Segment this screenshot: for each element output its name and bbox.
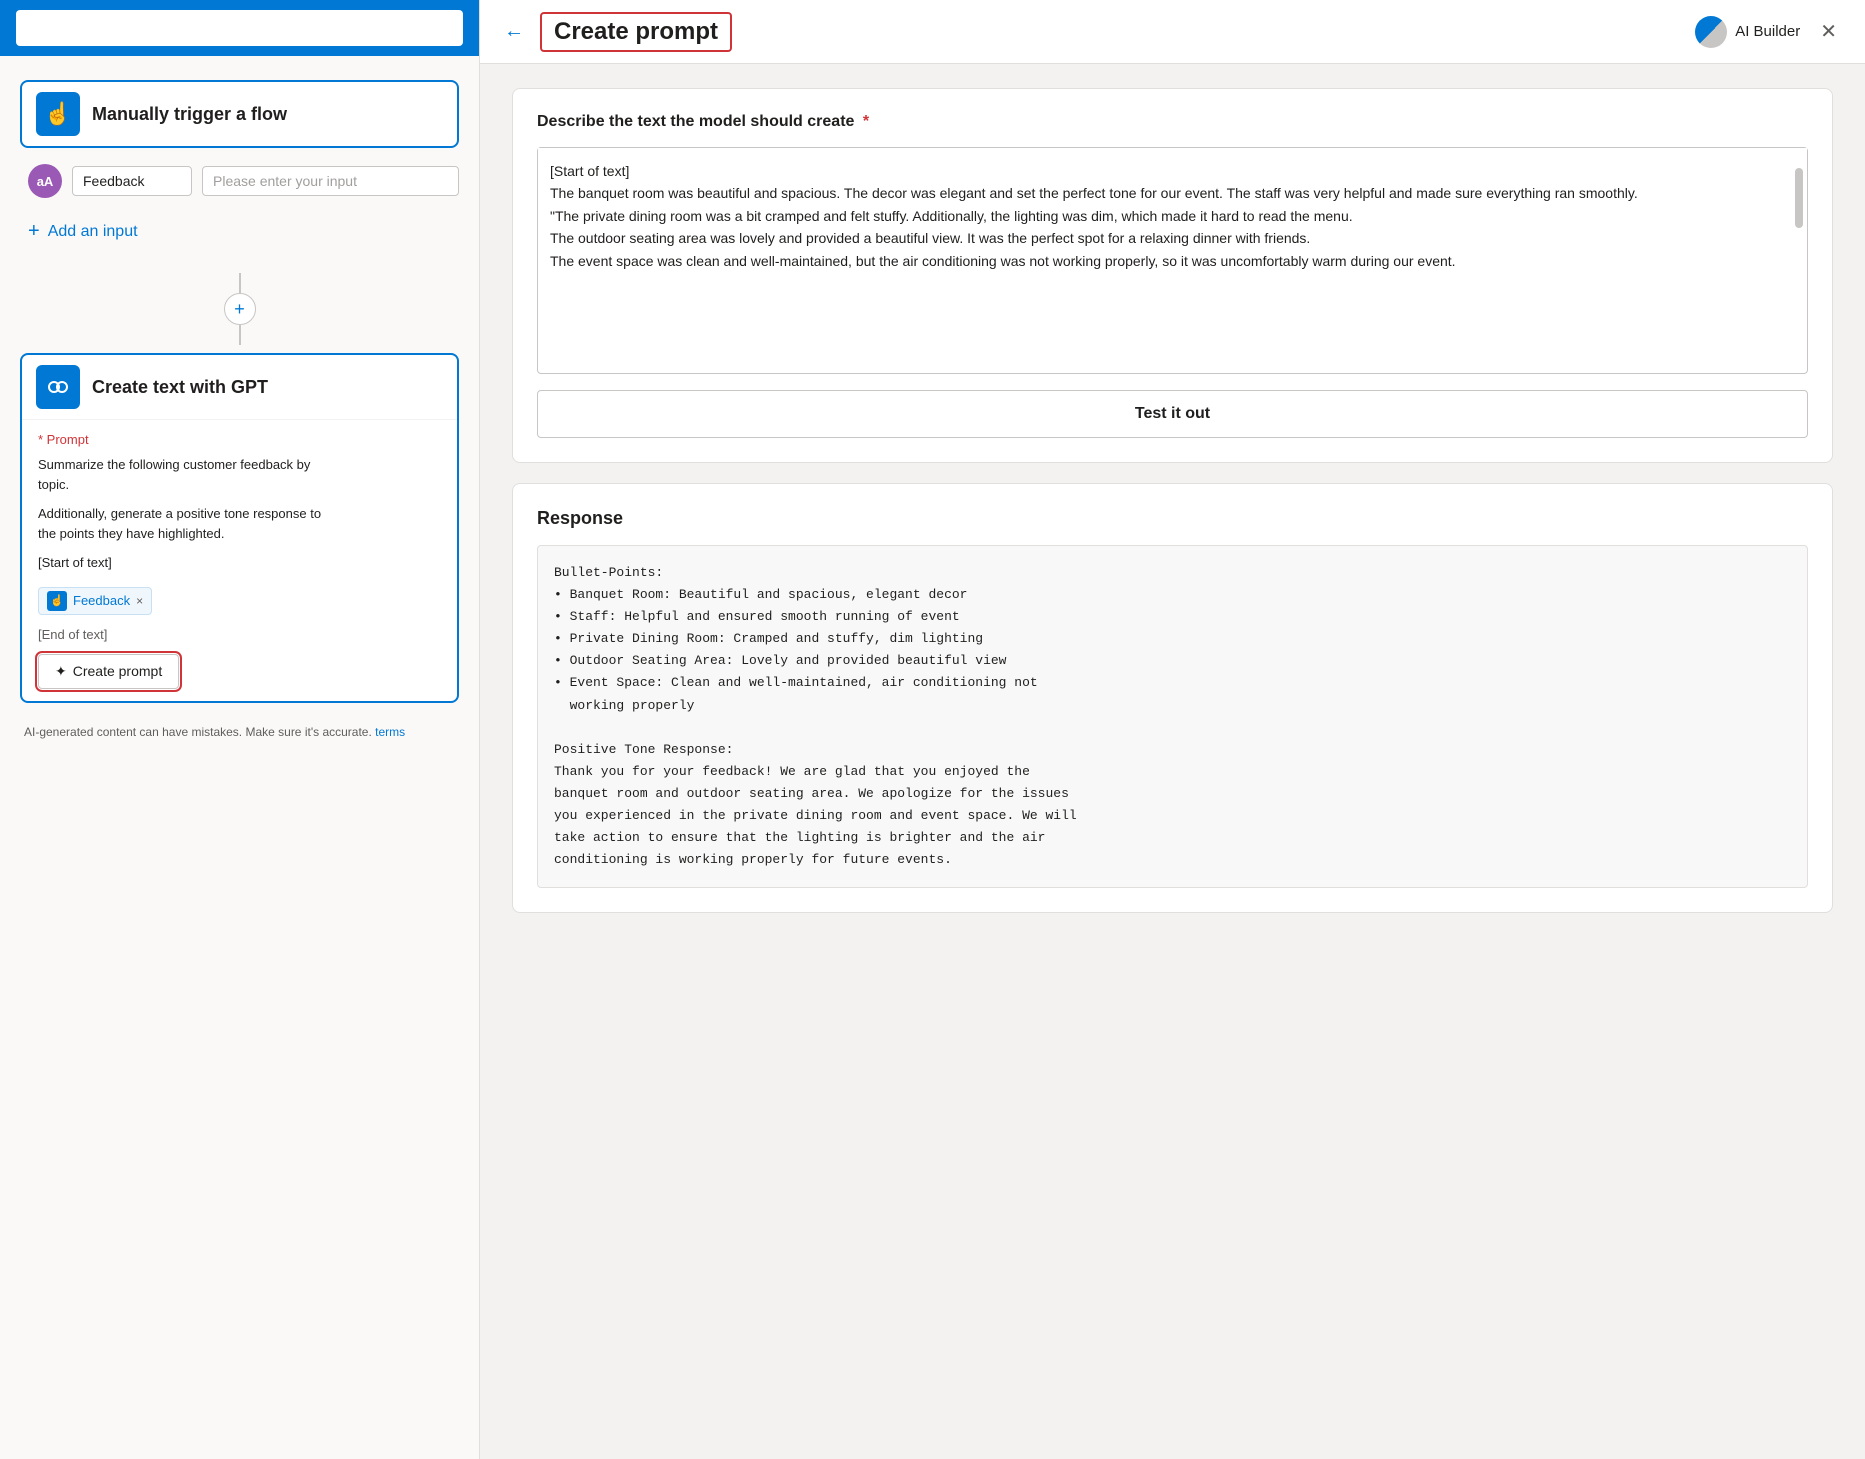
gpt-body: * Prompt Summarize the following custome…	[22, 420, 457, 701]
textarea-wrap: [Start of text] The banquet room was bea…	[537, 147, 1808, 374]
add-input-plus-icon: +	[28, 220, 40, 243]
prompt-text-1: Summarize the following customer feedbac…	[38, 455, 441, 494]
connector-line-2	[239, 325, 241, 345]
gpt-header: Create text with GPT	[22, 355, 457, 420]
right-header: ← Create prompt AI Builder ✕	[480, 0, 1865, 64]
create-prompt-label: Create prompt	[73, 663, 162, 679]
page-title: Create prompt	[554, 18, 718, 45]
ai-builder-badge: AI Builder	[1695, 16, 1800, 48]
test-it-out-button[interactable]: Test it out	[537, 390, 1808, 438]
add-input-row[interactable]: + Add an input	[20, 210, 459, 253]
prompt-start-text: [Start of text]	[38, 553, 441, 573]
back-button[interactable]: ←	[504, 20, 524, 43]
prompt-label: * Prompt	[38, 432, 441, 447]
left-panel: ☝ Manually trigger a flow aA Feedback Pl…	[0, 0, 480, 1459]
feedback-tag-label: Feedback	[73, 593, 130, 608]
required-star: *	[858, 113, 869, 130]
feedback-tag-close-icon[interactable]: ×	[136, 594, 143, 608]
input-placeholder[interactable]: Please enter your input	[202, 166, 459, 196]
response-box: Bullet-Points: • Banquet Room: Beautiful…	[537, 545, 1808, 888]
input-row: aA Feedback Please enter your input	[20, 164, 459, 198]
scrollbar-handle[interactable]	[1795, 168, 1803, 228]
left-top-bar	[0, 0, 479, 56]
left-content: ☝ Manually trigger a flow aA Feedback Pl…	[0, 56, 479, 1459]
add-step-button[interactable]: +	[224, 293, 256, 325]
feedback-input[interactable]: Feedback	[72, 166, 192, 196]
prompt-textarea[interactable]: [Start of text] The banquet room was bea…	[538, 148, 1807, 368]
prompt-end-text: [End of text]	[38, 627, 441, 642]
connector: +	[20, 273, 459, 345]
close-button[interactable]: ✕	[1816, 15, 1841, 48]
avatar: aA	[28, 164, 62, 198]
right-content: Describe the text the model should creat…	[480, 64, 1865, 1459]
ai-builder-icon	[1695, 16, 1727, 48]
trigger-icon: ☝	[36, 92, 80, 136]
describe-title: Describe the text the model should creat…	[537, 113, 1808, 131]
gpt-label: Create text with GPT	[92, 377, 268, 398]
add-input-label: Add an input	[48, 223, 138, 241]
gpt-block[interactable]: Create text with GPT * Prompt Summarize …	[20, 353, 459, 703]
title-box: Create prompt	[540, 12, 732, 52]
gpt-icon	[36, 365, 80, 409]
connector-line	[239, 273, 241, 293]
disclaimer: AI-generated content can have mistakes. …	[20, 723, 459, 741]
right-panel: ← Create prompt AI Builder ✕ Describe th…	[480, 0, 1865, 1459]
feedback-tag-icon: ☝	[47, 591, 67, 611]
terms-link[interactable]: terms	[375, 725, 405, 739]
sparkle-icon: ✦	[55, 663, 67, 680]
search-bar[interactable]	[16, 10, 463, 46]
trigger-label: Manually trigger a flow	[92, 104, 287, 125]
ai-builder-label: AI Builder	[1735, 23, 1800, 40]
response-card: Response Bullet-Points: • Banquet Room: …	[512, 483, 1833, 913]
prompt-text-2: Additionally, generate a positive tone r…	[38, 504, 441, 543]
create-prompt-button[interactable]: ✦ Create prompt	[38, 654, 179, 689]
trigger-block[interactable]: ☝ Manually trigger a flow	[20, 80, 459, 148]
response-title: Response	[537, 508, 1808, 529]
describe-card: Describe the text the model should creat…	[512, 88, 1833, 463]
feedback-tag[interactable]: ☝ Feedback ×	[38, 587, 152, 615]
